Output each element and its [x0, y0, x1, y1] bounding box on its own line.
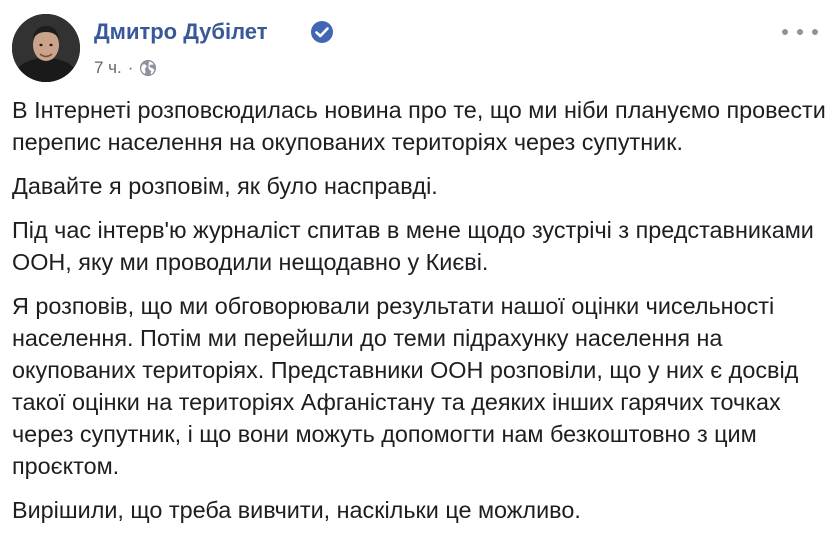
- post-paragraph: Вирішили, що треба вивчити, наскільки це…: [12, 497, 581, 523]
- author-avatar[interactable]: [12, 14, 80, 82]
- more-dot: [812, 29, 818, 35]
- more-dot: [797, 29, 803, 35]
- verified-badge-icon: [311, 21, 333, 43]
- avatar-image: [12, 14, 80, 82]
- post-timestamp[interactable]: 7 ч.: [94, 58, 122, 78]
- globe-icon[interactable]: [139, 59, 157, 77]
- post-paragraph: Давайте я розповім, як було насправді.: [12, 173, 438, 199]
- author-name[interactable]: Дмитро Дубілет: [94, 19, 268, 45]
- post-text: В Інтернеті розповсюдилась новина про те…: [12, 94, 832, 538]
- post-paragraph: В Інтернеті розповсюдилась новина про те…: [12, 97, 826, 155]
- post-paragraph: Я розповів, що ми обговорювали результат…: [12, 293, 799, 479]
- more-options-icon[interactable]: [782, 20, 818, 44]
- meta-separator: ·: [127, 58, 134, 77]
- post-meta: 7 ч. ·: [94, 56, 157, 80]
- more-dot: [782, 29, 788, 35]
- post-header: Дмитро Дубілет 7 ч. ·: [12, 12, 824, 84]
- post-paragraph: Під час інтерв'ю журналіст спитав в мене…: [12, 217, 814, 275]
